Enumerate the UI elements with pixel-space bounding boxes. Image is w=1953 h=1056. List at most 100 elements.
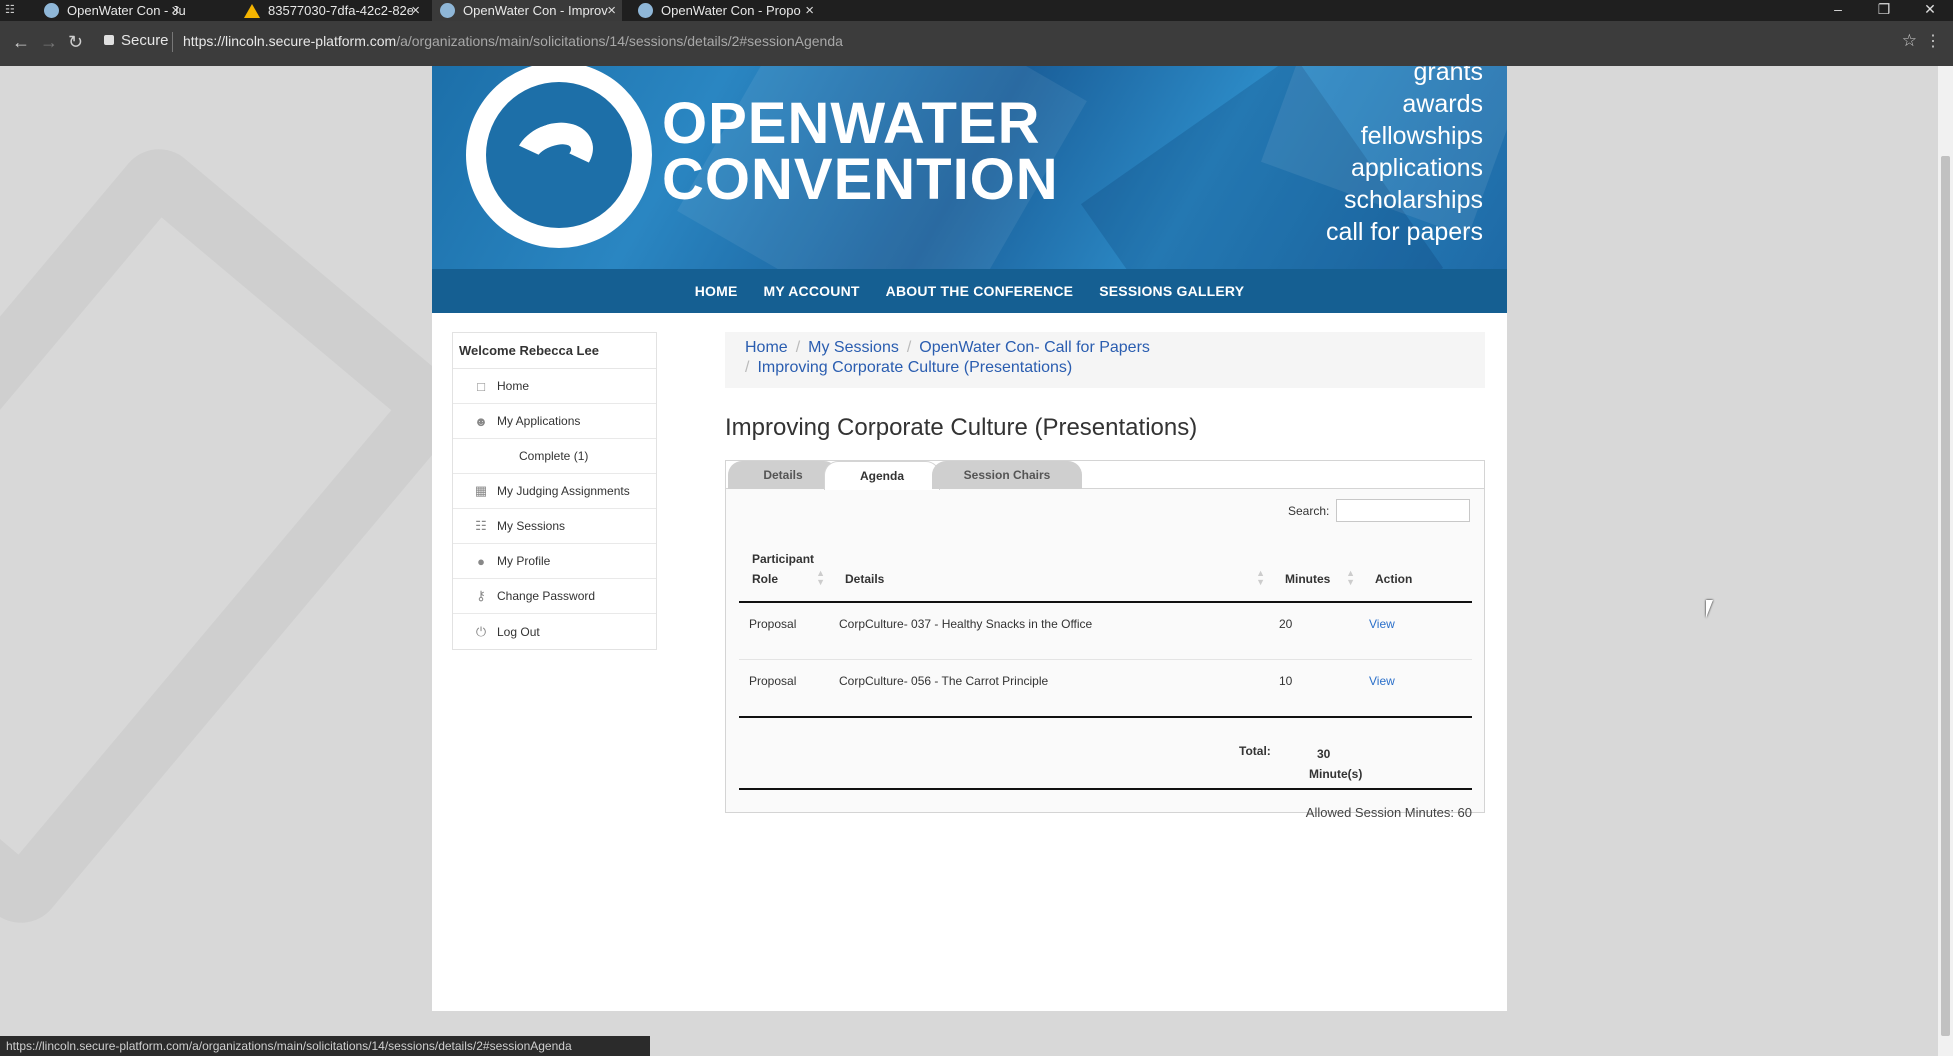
tagline: scholarships <box>1344 186 1483 214</box>
breadcrumb-call-for-papers[interactable]: OpenWater Con- Call for Papers <box>919 339 1150 356</box>
column-header-minutes[interactable]: Minutes ▲ ▼ <box>1269 541 1359 603</box>
close-tab-icon[interactable]: × <box>607 2 616 19</box>
sidebar-item-label: My Applications <box>497 414 581 428</box>
logo-inner <box>486 82 632 228</box>
sidebar-item-my-applications[interactable]: ☻ My Applications <box>453 404 656 439</box>
sidebar-item-label: My Sessions <box>497 519 566 533</box>
table-row: Proposal CorpCulture- 056 - The Carrot P… <box>739 659 1472 718</box>
cell-minutes: 20 <box>1269 602 1359 660</box>
divider <box>172 32 173 52</box>
browser-tab[interactable]: OpenWater Con - Propo × <box>630 0 820 21</box>
forward-icon[interactable]: → <box>40 32 58 53</box>
applications-icon: ☻ <box>474 413 488 429</box>
tab-details[interactable]: Details <box>728 461 838 489</box>
profile-icon: ● <box>477 553 485 569</box>
minimize-icon[interactable]: – <box>1815 0 1861 21</box>
tab-title: OpenWater Con - Propo <box>661 3 801 18</box>
tab-title: OpenWater Con - Improv <box>463 3 608 18</box>
close-tab-icon[interactable]: × <box>411 2 420 19</box>
openwater-favicon-icon <box>638 3 653 18</box>
url-path: /a/organizations/main/solicitations/14/s… <box>396 33 843 49</box>
nav-about-conference[interactable]: ABOUT THE CONFERENCE <box>886 283 1074 299</box>
view-link[interactable]: View <box>1369 674 1395 688</box>
session-tabs: Details Agenda Session Chairs <box>726 461 1484 490</box>
breadcrumb-home[interactable]: Home <box>745 339 788 356</box>
tagline: fellowships <box>1360 122 1483 150</box>
tagline: grants <box>1413 66 1483 86</box>
table-header-row: Participant Role ▲ ▼ Details ▲ ▼ Minutes ▲ ▼ A… <box>739 541 1472 603</box>
window-controls: – ❐ ✕ <box>1815 0 1953 21</box>
url-field[interactable]: https://lincoln.secure-platform.com/a/or… <box>183 33 843 49</box>
allowed-session-minutes: Allowed Session Minutes: 60 <box>1305 805 1472 820</box>
close-window-icon[interactable]: ✕ <box>1907 0 1953 21</box>
column-header-details[interactable]: Details ▲ ▼ <box>829 541 1269 603</box>
logo-wave <box>506 112 602 196</box>
restore-icon[interactable]: ❐ <box>1861 0 1907 21</box>
sessions-icon: ☷ <box>475 518 487 533</box>
sidebar-item-complete[interactable]: Complete (1) <box>453 439 656 474</box>
welcome-message: Welcome Rebecca Lee <box>453 333 656 369</box>
column-header-participant-role[interactable]: Participant Role ▲ ▼ <box>739 541 829 603</box>
header-label: Details <box>845 572 885 586</box>
tagline: call for papers <box>1325 218 1483 246</box>
url-host: https://lincoln.secure-platform.com <box>183 33 397 49</box>
header-label: Participant Role <box>752 552 815 586</box>
close-tab-icon[interactable]: × <box>171 2 180 19</box>
brand-line-1: OPENWATER <box>662 91 1041 156</box>
background-shape <box>0 132 476 940</box>
cell-details: CorpCulture- 037 - Healthy Snacks in the… <box>829 602 1269 660</box>
mouse-cursor-icon <box>1706 600 1720 618</box>
browser-tab[interactable]: 83577030-7dfa-42c2-82e × <box>236 0 426 21</box>
cell-role: Proposal <box>739 602 829 660</box>
header-label: Action <box>1375 572 1413 586</box>
scrollbar-thumb[interactable] <box>1941 156 1950 1036</box>
breadcrumb-separator: / <box>745 359 750 376</box>
total-unit: Minute(s) <box>1309 767 1363 781</box>
sidebar-item-my-profile[interactable]: ● My Profile <box>453 544 656 579</box>
reload-icon[interactable]: ↻ <box>68 32 83 53</box>
breadcrumb-current[interactable]: Improving Corporate Culture (Presentatio… <box>757 359 1072 376</box>
total-row: Total: 30 Minute(s) <box>739 732 1472 790</box>
nav-home[interactable]: HOME <box>695 283 738 299</box>
breadcrumb-my-sessions[interactable]: My Sessions <box>808 339 899 356</box>
sort-icon: ▲ ▼ <box>1256 568 1265 587</box>
tagline: applications <box>1350 154 1483 182</box>
judging-icon: ▦ <box>474 483 488 498</box>
tab-agenda[interactable]: Agenda <box>824 461 940 490</box>
breadcrumb-separator: / <box>906 339 912 356</box>
view-link[interactable]: View <box>1369 617 1395 631</box>
sidebar-item-my-sessions[interactable]: ☷ My Sessions <box>453 509 656 544</box>
nav-my-account[interactable]: MY ACCOUNT <box>764 283 860 299</box>
close-tab-icon[interactable]: × <box>805 2 814 19</box>
lock-icon <box>104 35 114 45</box>
browser-tab-active[interactable]: OpenWater Con - Improv × <box>432 0 622 21</box>
drive-favicon-icon <box>244 3 260 18</box>
search-input[interactable] <box>1336 499 1470 522</box>
back-icon[interactable]: ← <box>12 32 30 53</box>
sidebar-item-home[interactable]: □ Home <box>453 369 656 404</box>
header-banner: OPENWATER CONVENTION grants awards fello… <box>432 66 1507 269</box>
sidebar-item-label: Log Out <box>497 624 540 639</box>
browser-menu-icon[interactable]: ☷ <box>5 3 15 16</box>
cell-action: View <box>1359 602 1472 660</box>
page-scrollbar[interactable] <box>1938 66 1953 1056</box>
cell-minutes: 10 <box>1269 659 1359 718</box>
bookmark-star-icon[interactable]: ☆ <box>1902 31 1917 51</box>
header-label: Minutes <box>1285 572 1331 586</box>
total-minutes: 30 <box>1317 747 1331 761</box>
breadcrumb: Home / My Sessions / OpenWater Con- Call for… <box>725 332 1485 388</box>
total-value: 30 Minute(s) <box>1309 744 1362 784</box>
browser-tab[interactable]: OpenWater Con - Judging × <box>36 0 186 21</box>
sidebar-item-change-password[interactable]: ⚷ Change Password <box>453 579 656 614</box>
power-icon: ⏻ <box>475 623 487 639</box>
openwater-logo-icon[interactable] <box>466 66 652 248</box>
cell-details: CorpCulture- 056 - The Carrot Principle <box>829 659 1269 718</box>
browser-options-icon[interactable]: ⋮ <box>1925 31 1941 51</box>
address-bar: ← → ↻ Secure https://lincoln.secure-plat… <box>0 21 1953 66</box>
sidebar-item-judging-assignments[interactable]: ▦ My Judging Assignments <box>453 474 656 509</box>
tagline: awards <box>1402 90 1483 118</box>
home-icon: □ <box>477 378 485 394</box>
sidebar-item-log-out[interactable]: ⏻ Log Out <box>453 614 656 649</box>
tab-session-chairs[interactable]: Session Chairs <box>932 461 1082 489</box>
nav-sessions-gallery[interactable]: SESSIONS GALLERY <box>1099 283 1244 299</box>
